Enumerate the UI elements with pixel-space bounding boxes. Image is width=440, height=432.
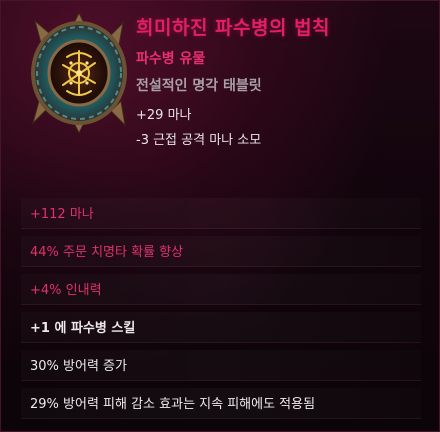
title-block: 희미하진 파수병의 법칙 파수병 유물 전설적인 명각 태블릿 +29 마나 -…: [136, 15, 431, 151]
affix-row: 29% 방어력 피해 감소 효과는 지속 피해에도 적용됨: [21, 388, 421, 419]
affix-row: 30% 방어력 증가: [21, 350, 421, 381]
item-tooltip: 희미하진 파수병의 법칙 파수병 유물 전설적인 명각 태블릿 +29 마나 -…: [0, 0, 440, 432]
affix-row: +4% 인내력: [21, 274, 421, 305]
affix-list: +112 마나 44% 주문 치명타 확률 향상 +4% 인내력 +1 에 파수…: [21, 198, 421, 426]
implicit-melee-mana-cost: -3 근접 공격 마나 소모: [136, 133, 262, 148]
tablet-relic-icon: [31, 13, 127, 133]
implicit-mana: +29 마나: [136, 108, 192, 123]
item-category: 전설적인 명각 태블릿: [136, 78, 262, 94]
tooltip-header: 희미하진 파수병의 법칙 파수병 유물 전설적인 명각 태블릿 +29 마나 -…: [1, 1, 439, 183]
item-subtype: 파수병 유물: [136, 51, 206, 67]
affix-row: +1 에 파수병 스킬: [21, 312, 421, 343]
affix-row: +112 마나: [21, 198, 421, 229]
affix-row: 44% 주문 치명타 확률 향상: [21, 236, 421, 267]
item-name: 희미하진 파수병의 법칙: [136, 17, 331, 39]
